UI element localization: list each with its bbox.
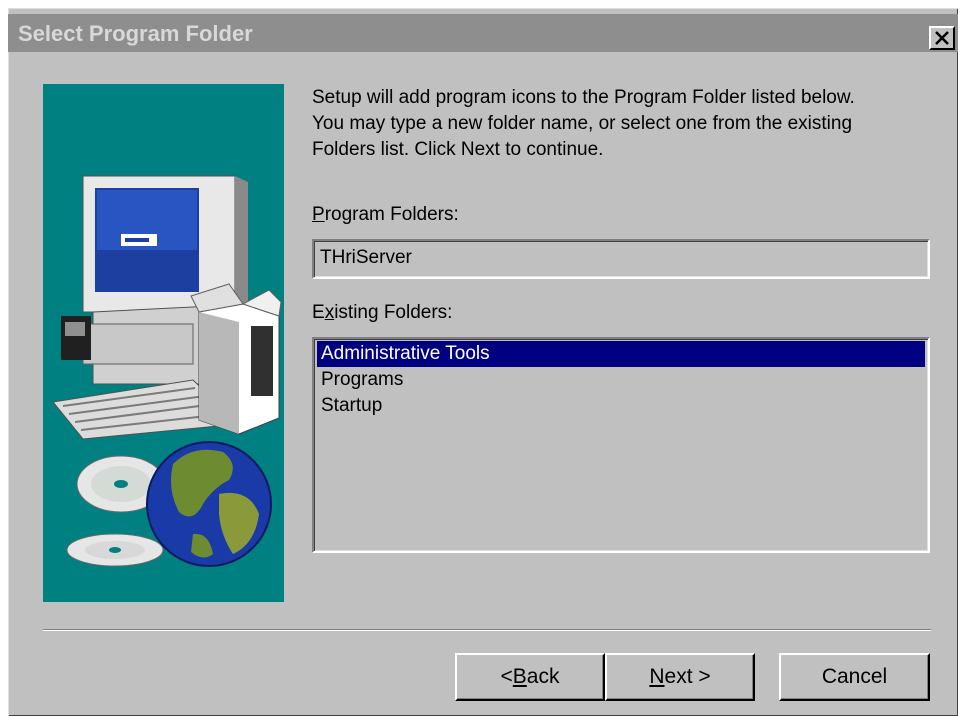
cancel-button[interactable]: Cancel bbox=[779, 653, 930, 701]
program-folders-label: Program Folders: bbox=[312, 204, 459, 226]
program-folders-mnemonic: P bbox=[312, 204, 325, 225]
close-button[interactable] bbox=[929, 26, 955, 50]
globe-icon bbox=[146, 441, 272, 567]
computer-globe-cd-illustration bbox=[43, 84, 284, 602]
list-item-startup[interactable]: Startup bbox=[317, 393, 925, 419]
next-button-rest: ext > bbox=[664, 665, 711, 688]
existing-folders-label-rest: isting Folders: bbox=[334, 302, 453, 323]
existing-folders-label: Existing Folders: bbox=[312, 302, 452, 324]
window-title: Select Program Folder bbox=[18, 21, 253, 46]
back-button-rest: ack bbox=[526, 665, 560, 688]
next-button[interactable]: Next > bbox=[605, 653, 755, 701]
program-folder-value: THriServer bbox=[320, 247, 412, 268]
list-item-programs[interactable]: Programs bbox=[317, 367, 925, 393]
close-x-icon bbox=[935, 31, 949, 45]
intro-text: Setup will add program icons to the Prog… bbox=[312, 85, 855, 163]
select-program-folder-dialog: Select Program Folder Setup will add pro… bbox=[8, 8, 958, 716]
existing-folders-mnemonic: x bbox=[324, 302, 335, 323]
existing-folders-list[interactable]: Administrative Tools Programs Startup bbox=[312, 337, 930, 553]
program-folders-label-rest: rogram Folders: bbox=[324, 204, 459, 225]
back-button[interactable]: < Back bbox=[455, 653, 605, 701]
software-box-icon bbox=[190, 283, 282, 435]
button-separator bbox=[43, 629, 931, 631]
intro-line-2: You may type a new folder name, or selec… bbox=[312, 113, 853, 134]
existing-folders-label-pre: E bbox=[312, 302, 325, 323]
next-button-mnemonic: N bbox=[649, 665, 665, 688]
title-bar[interactable]: Select Program Folder bbox=[8, 14, 958, 52]
program-folder-input[interactable]: THriServer bbox=[312, 239, 930, 279]
back-button-mnemonic: B bbox=[512, 665, 527, 688]
list-item-administrative-tools[interactable]: Administrative Tools bbox=[317, 341, 925, 367]
cancel-button-label: Cancel bbox=[821, 665, 888, 688]
back-button-prefix: < bbox=[500, 665, 513, 688]
intro-line-1: Setup will add program icons to the Prog… bbox=[312, 87, 855, 108]
intro-line-3: Folders list. Click Next to continue. bbox=[312, 139, 604, 160]
